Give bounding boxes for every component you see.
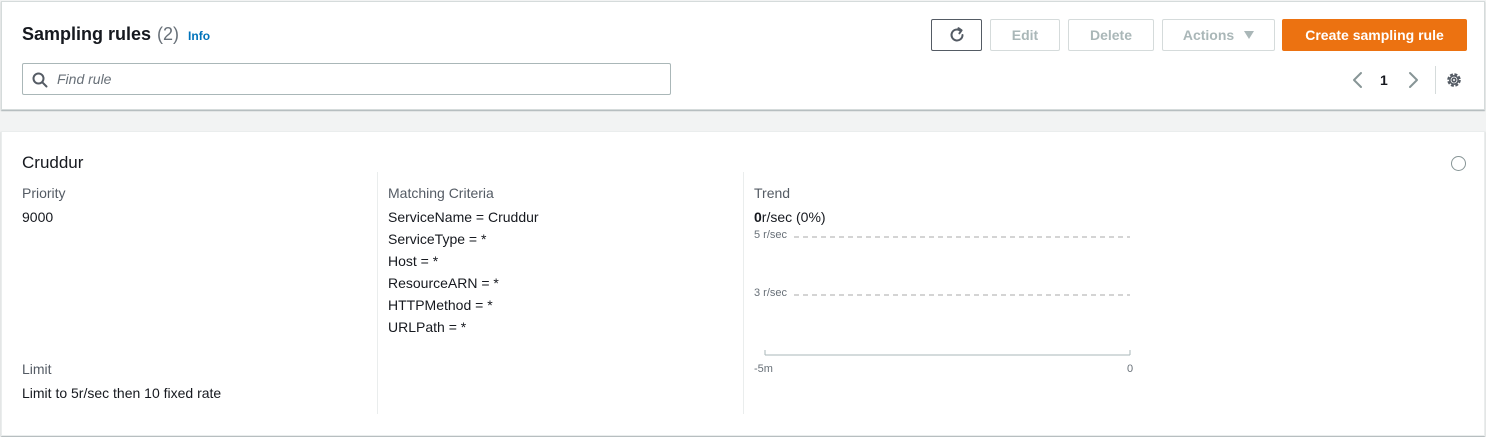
- create-sampling-rule-button[interactable]: Create sampling rule: [1282, 19, 1467, 51]
- search-icon: [32, 72, 48, 88]
- info-link[interactable]: Info: [188, 29, 210, 43]
- refresh-icon: [950, 27, 963, 42]
- criteria-item: ServiceType = *: [388, 231, 487, 247]
- x-tick-label: 0: [1127, 363, 1133, 375]
- refresh-button[interactable]: [931, 19, 982, 51]
- search-box: [22, 63, 671, 95]
- trend-rate: 0r/sec (0%): [754, 209, 826, 225]
- actions-dropdown[interactable]: Actions: [1162, 19, 1275, 51]
- rule-select-radio[interactable]: [1451, 156, 1466, 171]
- criteria-item: Host = *: [388, 253, 439, 269]
- sampling-rules-header: Sampling rules (2) Info Edit Delete Acti…: [1, 1, 1485, 110]
- current-page[interactable]: 1: [1380, 72, 1388, 88]
- rule-count: (2): [157, 24, 180, 44]
- trend-label: Trend: [754, 185, 791, 201]
- limit-label: Limit: [22, 361, 52, 377]
- chevron-right-icon[interactable]: [1406, 71, 1420, 89]
- rule-name: Cruddur: [22, 153, 84, 172]
- y-tick-label: 5 r/sec: [754, 229, 788, 241]
- edit-button[interactable]: Edit: [990, 19, 1060, 51]
- criteria-item: ResourceARN = *: [388, 275, 499, 291]
- priority-label: Priority: [22, 185, 66, 201]
- criteria-list: ServiceName = Cruddur ServiceType = * Ho…: [388, 209, 539, 341]
- title-row: Sampling rules (2) Info: [22, 24, 210, 45]
- trend-chart: 5 r/sec 3 r/sec -5m 0: [754, 229, 1133, 375]
- x-tick-label: -5m: [754, 363, 773, 375]
- matching-criteria-label: Matching Criteria: [388, 185, 494, 201]
- caret-down-icon: [1244, 31, 1255, 39]
- actions-label: Actions: [1182, 27, 1235, 43]
- priority-value: 9000: [22, 209, 54, 225]
- trend-rate-number: 0: [754, 209, 762, 225]
- criteria-item: ServiceName = Cruddur: [388, 209, 539, 225]
- criteria-item: HTTPMethod = *: [388, 297, 493, 313]
- pager-divider: [1435, 66, 1436, 94]
- criteria-item: URLPath = *: [388, 319, 467, 335]
- trend-rate-unit: r/sec (0%): [761, 209, 826, 225]
- gear-icon[interactable]: [1445, 71, 1463, 89]
- column-divider: [743, 172, 744, 414]
- limit-value: Limit to 5r/sec then 10 fixed rate: [22, 385, 222, 401]
- find-rule-input[interactable]: [55, 64, 655, 94]
- chevron-left-icon[interactable]: [1351, 71, 1365, 89]
- column-divider: [377, 172, 378, 414]
- rule-card[interactable]: Cruddur Priority 9000 Limit Limit to 5r/…: [1, 131, 1485, 436]
- delete-button[interactable]: Delete: [1068, 19, 1154, 51]
- page-title: Sampling rules: [22, 24, 152, 44]
- y-tick-label: 3 r/sec: [754, 287, 788, 299]
